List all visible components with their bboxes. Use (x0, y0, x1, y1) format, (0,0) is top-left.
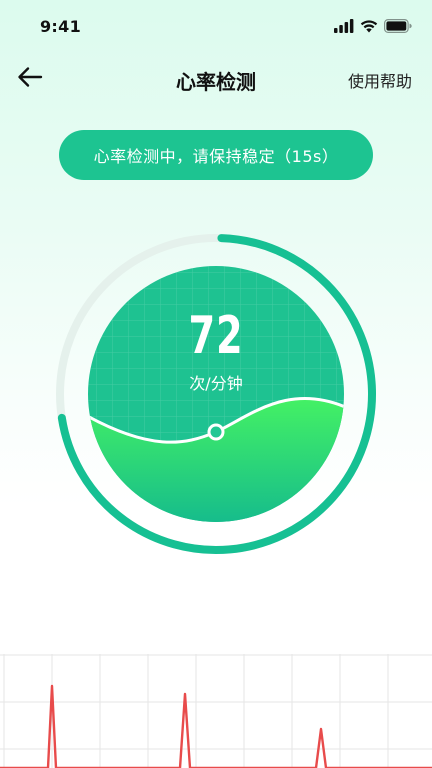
ecg-waveform (0, 684, 432, 768)
bpm-value: 72 (188, 306, 244, 366)
bpm-unit: 次/分钟 (189, 374, 243, 393)
pulse-marker (207, 423, 225, 441)
ecg-chart (0, 654, 432, 768)
ecg-grid (0, 654, 432, 768)
